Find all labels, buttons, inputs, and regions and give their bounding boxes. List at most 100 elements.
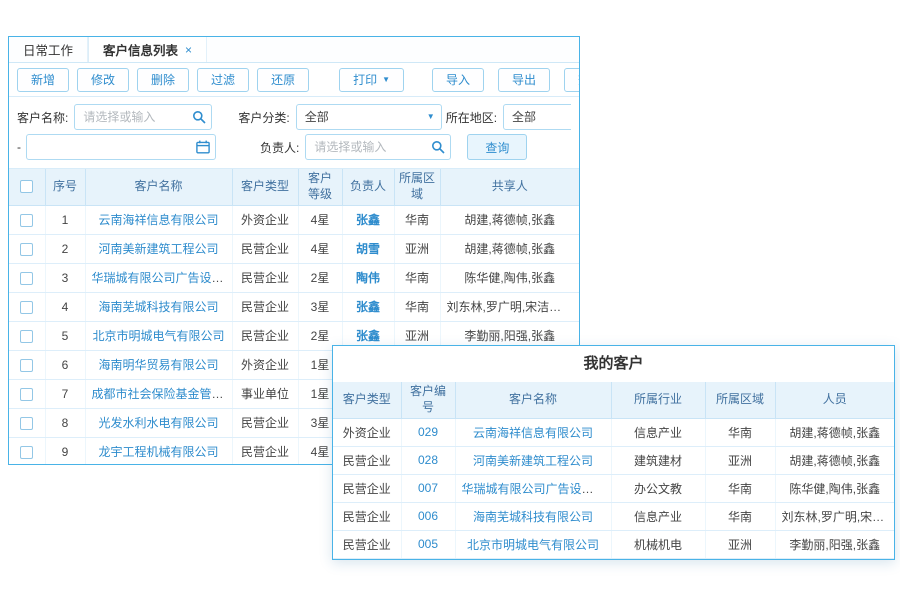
modify-button[interactable]: 修改 (77, 68, 129, 92)
tab-customer-list[interactable]: 客户信息列表 × (88, 37, 207, 62)
row-checkbox[interactable] (20, 243, 33, 256)
customer-type: 民营企业 (333, 502, 401, 530)
customer-code-link[interactable]: 006 (418, 509, 438, 523)
row-checkbox[interactable] (20, 446, 33, 459)
customer-type: 外资企业 (333, 418, 401, 446)
industry: 机械机电 (611, 530, 705, 558)
row-index: 9 (45, 437, 85, 465)
owner-link[interactable]: 陶伟 (356, 271, 380, 285)
row-checkbox[interactable] (20, 301, 33, 314)
owner-label: 负责人: (260, 139, 299, 156)
district-select[interactable]: 全部 ▼ (503, 104, 571, 130)
search-icon[interactable] (431, 140, 445, 154)
customer-grade: 4星 (298, 205, 342, 234)
row-index: 1 (45, 205, 85, 234)
print-button[interactable]: 打印 ▼ (339, 68, 404, 92)
customer-name-link[interactable]: 河南美新建筑工程公司 (98, 242, 218, 256)
export-button[interactable]: 导出 (498, 68, 550, 92)
customer-name-link[interactable]: 光发水利水电有限公司 (98, 416, 218, 430)
owner-link[interactable]: 胡雪 (356, 242, 380, 256)
customer-grade: 3星 (298, 292, 342, 321)
table-row[interactable]: 外资企业 029 云南海祥信息有限公司 信息产业 华南 胡建,蒋德帧,张鑫 (333, 418, 894, 446)
customer-grade: 4星 (298, 234, 342, 263)
table-row[interactable]: 4 海南芜城科技有限公司 民营企业 3星 张鑫 华南 刘东林,罗广明,宋洁然,张… (9, 292, 579, 321)
customer-name-link[interactable]: 云南海祥信息有限公司 (473, 426, 593, 440)
customer-category-label: 客户分类: (238, 109, 289, 126)
customer-name-link[interactable]: 北京市明城电气有限公司 (92, 329, 224, 343)
calendar-icon[interactable] (196, 140, 210, 154)
row-checkbox[interactable] (20, 417, 33, 430)
customer-name-link[interactable]: 海南芜城科技有限公司 (473, 510, 593, 524)
customer-name-label: 客户名称: (17, 109, 68, 126)
industry: 办公文教 (611, 474, 705, 502)
industry: 建筑建材 (611, 446, 705, 474)
customer-type: 民营企业 (232, 263, 298, 292)
add-button[interactable]: 新增 (17, 68, 69, 92)
people: 刘东林,罗广明,宋洁然... (775, 502, 894, 530)
customer-code-link[interactable]: 029 (418, 425, 438, 439)
industry: 信息产业 (611, 502, 705, 530)
region: 华南 (705, 418, 775, 446)
table-row[interactable]: 民营企业 006 海南芜城科技有限公司 信息产业 华南 刘东林,罗广明,宋洁然.… (333, 502, 894, 530)
customer-type: 民营企业 (333, 446, 401, 474)
table-row[interactable]: 1 云南海祥信息有限公司 外资企业 4星 张鑫 华南 胡建,蒋德帧,张鑫 (9, 205, 579, 234)
table-row[interactable]: 民营企业 007 华瑞城有限公司广告设计部 办公文教 华南 陈华健,陶伟,张鑫 (333, 474, 894, 502)
panel-title: 我的客户 (333, 346, 894, 382)
row-checkbox[interactable] (20, 214, 33, 227)
customer-name-link[interactable]: 河南美新建筑工程公司 (473, 454, 593, 468)
customer-type: 民营企业 (232, 437, 298, 465)
row-index: 5 (45, 321, 85, 350)
shared-people: 陈华健,陶伟,张鑫 (440, 263, 579, 292)
customer-code-link[interactable]: 005 (418, 537, 438, 551)
industry: 信息产业 (611, 418, 705, 446)
table-row[interactable]: 民营企业 005 北京市明城电气有限公司 机械机电 亚洲 李勤丽,阳强,张鑫 (333, 530, 894, 558)
owner-input[interactable] (305, 134, 451, 160)
owner-link[interactable]: 张鑫 (356, 300, 380, 314)
restore-button[interactable]: 还原 (257, 68, 309, 92)
customer-name-link[interactable]: 北京市明城电气有限公司 (467, 538, 599, 552)
filter-button[interactable]: 过滤 (197, 68, 249, 92)
select-all-checkbox[interactable] (20, 180, 33, 193)
region: 华南 (394, 205, 440, 234)
import-button[interactable]: 导入 (432, 68, 484, 92)
table-row[interactable]: 2 河南美新建筑工程公司 民营企业 4星 胡雪 亚洲 胡建,蒋德帧,张鑫 (9, 234, 579, 263)
filter-row-1: 客户名称: 客户分类: 全部 ▼ 所在地区: 全部 ▼ (17, 102, 571, 132)
caret-down-icon: ▼ (382, 75, 390, 84)
col-header-name: 客户名称 (455, 382, 611, 418)
row-checkbox[interactable] (20, 330, 33, 343)
close-tab-icon[interactable]: × (185, 43, 192, 57)
owner-link[interactable]: 张鑫 (356, 213, 380, 227)
customer-name-link[interactable]: 成都市社会保险基金管理... (92, 387, 233, 401)
table-row[interactable]: 民营企业 028 河南美新建筑工程公司 建筑建材 亚洲 胡建,蒋德帧,张鑫 (333, 446, 894, 474)
delete-button[interactable]: 删除 (137, 68, 189, 92)
search-icon[interactable] (192, 110, 206, 124)
col-header-industry: 所属行业 (611, 382, 705, 418)
customer-code-link[interactable]: 028 (418, 453, 438, 467)
tab-daily-work[interactable]: 日常工作 (9, 37, 88, 62)
owner-link[interactable]: 张鑫 (356, 329, 380, 343)
customer-name-link[interactable]: 海南芜城科技有限公司 (98, 300, 218, 314)
customer-name-link[interactable]: 龙宇工程机械有限公司 (98, 445, 218, 459)
customer-name-link[interactable]: 云南海祥信息有限公司 (98, 213, 218, 227)
table-header-row: 客户类型 客户编号 客户名称 所属行业 所属区域 人员 (333, 382, 894, 418)
date-input[interactable] (26, 134, 216, 160)
customer-code-link[interactable]: 007 (418, 481, 438, 495)
region: 华南 (394, 292, 440, 321)
row-checkbox[interactable] (20, 388, 33, 401)
customer-type: 民营企业 (232, 321, 298, 350)
customer-name-link[interactable]: 华瑞城有限公司广告设计部 (462, 482, 606, 496)
table-row[interactable]: 3 华瑞城有限公司广告设计部 民营企业 2星 陶伟 华南 陈华健,陶伟,张鑫 (9, 263, 579, 292)
caret-down-icon: ▼ (427, 105, 435, 129)
region: 亚洲 (705, 446, 775, 474)
row-index: 4 (45, 292, 85, 321)
tab-label: 日常工作 (23, 40, 73, 59)
customer-type: 民营企业 (232, 408, 298, 437)
col-header-shared: 共享人 (440, 169, 579, 205)
view-log-button[interactable]: 查看日志 (564, 68, 580, 92)
customer-name-link[interactable]: 华瑞城有限公司广告设计部 (92, 271, 233, 285)
customer-category-select[interactable]: 全部 ▼ (296, 104, 442, 130)
query-button[interactable]: 查询 (467, 134, 527, 160)
customer-name-link[interactable]: 海南明华贸易有限公司 (98, 358, 218, 372)
row-checkbox[interactable] (20, 359, 33, 372)
row-checkbox[interactable] (20, 272, 33, 285)
